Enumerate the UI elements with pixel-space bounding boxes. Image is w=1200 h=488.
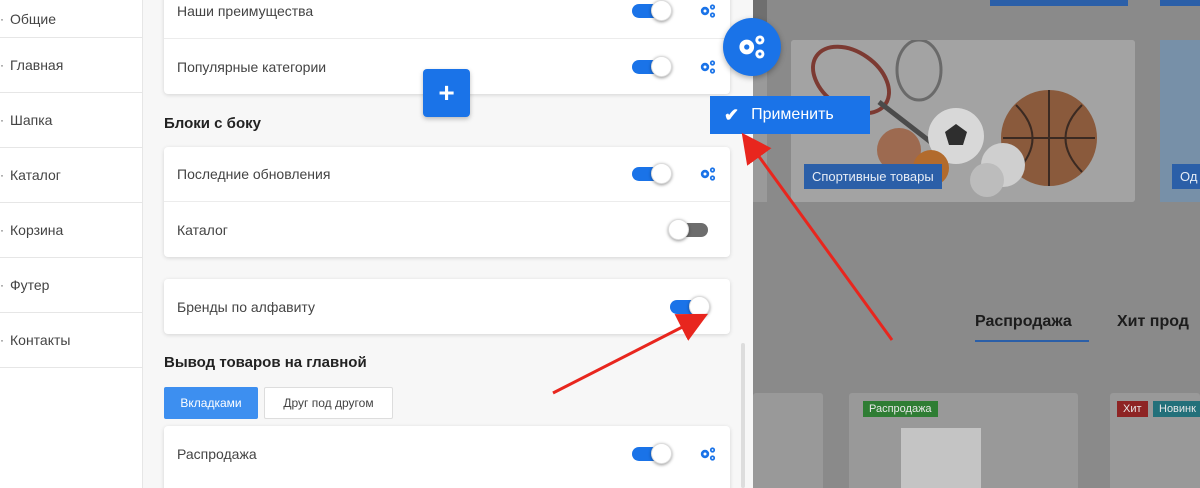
site-preview: Спортивные товары Од Распродажа Хит прод… [753, 0, 1200, 488]
sidebar-item-footer[interactable]: · Футер [0, 258, 142, 313]
block-label: Распродажа [177, 445, 257, 462]
sidebar-item-icon: · [0, 278, 4, 292]
block-toggle[interactable] [632, 55, 672, 77]
brands-card: Бренды по алфавиту [164, 279, 730, 334]
sidebar-item-header[interactable]: · Шапка [0, 93, 142, 148]
block-settings-icon[interactable] [699, 166, 717, 182]
sidebar-item-icon: · [0, 113, 4, 127]
sidebar-item-label: Корзина [10, 222, 64, 238]
badge-new: Новинк [1153, 401, 1200, 417]
sidebar-item-label: Каталог [10, 167, 61, 183]
preview-button [1160, 0, 1200, 6]
sidebar-item-icon: · [0, 58, 4, 72]
settings-sidebar: · Общие · Главная · Шапка · Каталог · Ко… [0, 0, 143, 488]
sidebar-item-label: Главная [10, 57, 64, 73]
product-image [901, 428, 981, 488]
sidebar-item-catalog[interactable]: · Каталог [0, 148, 142, 203]
panel-scrollbar[interactable] [741, 343, 745, 488]
block-label: Наши преимущества [177, 3, 314, 19]
block-label: Бренды по алфавиту [177, 298, 315, 315]
product-card[interactable] [753, 393, 823, 488]
check-icon: ✔ [724, 104, 740, 125]
badge-hit: Хит [1117, 401, 1148, 417]
preview-button [990, 0, 1128, 6]
sidebar-item-label: Контакты [10, 332, 71, 348]
sidebar-item-home[interactable]: · Главная [0, 38, 142, 93]
block-label: Последние обновления [177, 166, 331, 182]
side-blocks-title: Блоки с боку [164, 115, 261, 132]
sidebar-item-icon: · [0, 223, 4, 237]
side-blocks-card: Последние обновления Каталог [164, 147, 730, 257]
apply-button[interactable]: ✔ Применить [710, 96, 870, 134]
products-section-title: Вывод товаров на главной [164, 354, 367, 371]
block-label: Популярные категории [177, 58, 327, 75]
block-row-sale: Распродажа [164, 426, 730, 481]
category-label-sports[interactable]: Спортивные товары [804, 164, 942, 189]
category-label[interactable]: Од [1172, 164, 1200, 189]
settings-fab[interactable] [723, 18, 781, 76]
block-toggle[interactable] [632, 442, 672, 464]
block-toggle[interactable] [670, 295, 710, 317]
block-label: Каталог [177, 221, 228, 238]
sidebar-item-cart[interactable]: · Корзина [0, 203, 142, 258]
block-toggle[interactable] [668, 218, 708, 240]
tab-sale[interactable]: Распродажа [975, 313, 1072, 331]
display-mode-stacked-button[interactable]: Друг под другом [264, 387, 393, 419]
badge-sale: Распродажа [863, 401, 938, 417]
block-row-advantages: Наши преимущества [164, 0, 730, 39]
block-settings-icon[interactable] [699, 59, 717, 75]
sidebar-item-icon: · [0, 11, 4, 26]
display-mode-tabs-button[interactable]: Вкладками [164, 387, 258, 419]
block-row-catalog: Каталог [164, 202, 730, 257]
sidebar-item-contacts[interactable]: · Контакты [0, 313, 142, 368]
apply-button-label: Применить [751, 106, 834, 123]
product-blocks-card: Распродажа [164, 426, 730, 488]
block-settings-icon[interactable] [699, 3, 717, 19]
block-row-brands: Бренды по алфавиту [164, 279, 730, 334]
block-settings-icon[interactable] [699, 446, 717, 462]
block-toggle[interactable] [632, 163, 672, 184]
sidebar-item-general[interactable]: · Общие [0, 0, 142, 38]
sidebar-item-label: Общие [10, 10, 57, 27]
block-row-latest-updates: Последние обновления [164, 147, 730, 202]
sidebar-item-icon: · [0, 168, 4, 182]
sidebar-item-label: Шапка [10, 112, 53, 128]
block-toggle[interactable] [632, 0, 672, 21]
add-block-button[interactable]: + [423, 69, 470, 117]
tab-hits[interactable]: Хит прод [1117, 313, 1189, 331]
tab-active-underline [975, 340, 1089, 342]
sidebar-item-icon: · [0, 333, 4, 347]
sidebar-item-label: Футер [10, 277, 50, 293]
gear-icon [739, 35, 765, 59]
